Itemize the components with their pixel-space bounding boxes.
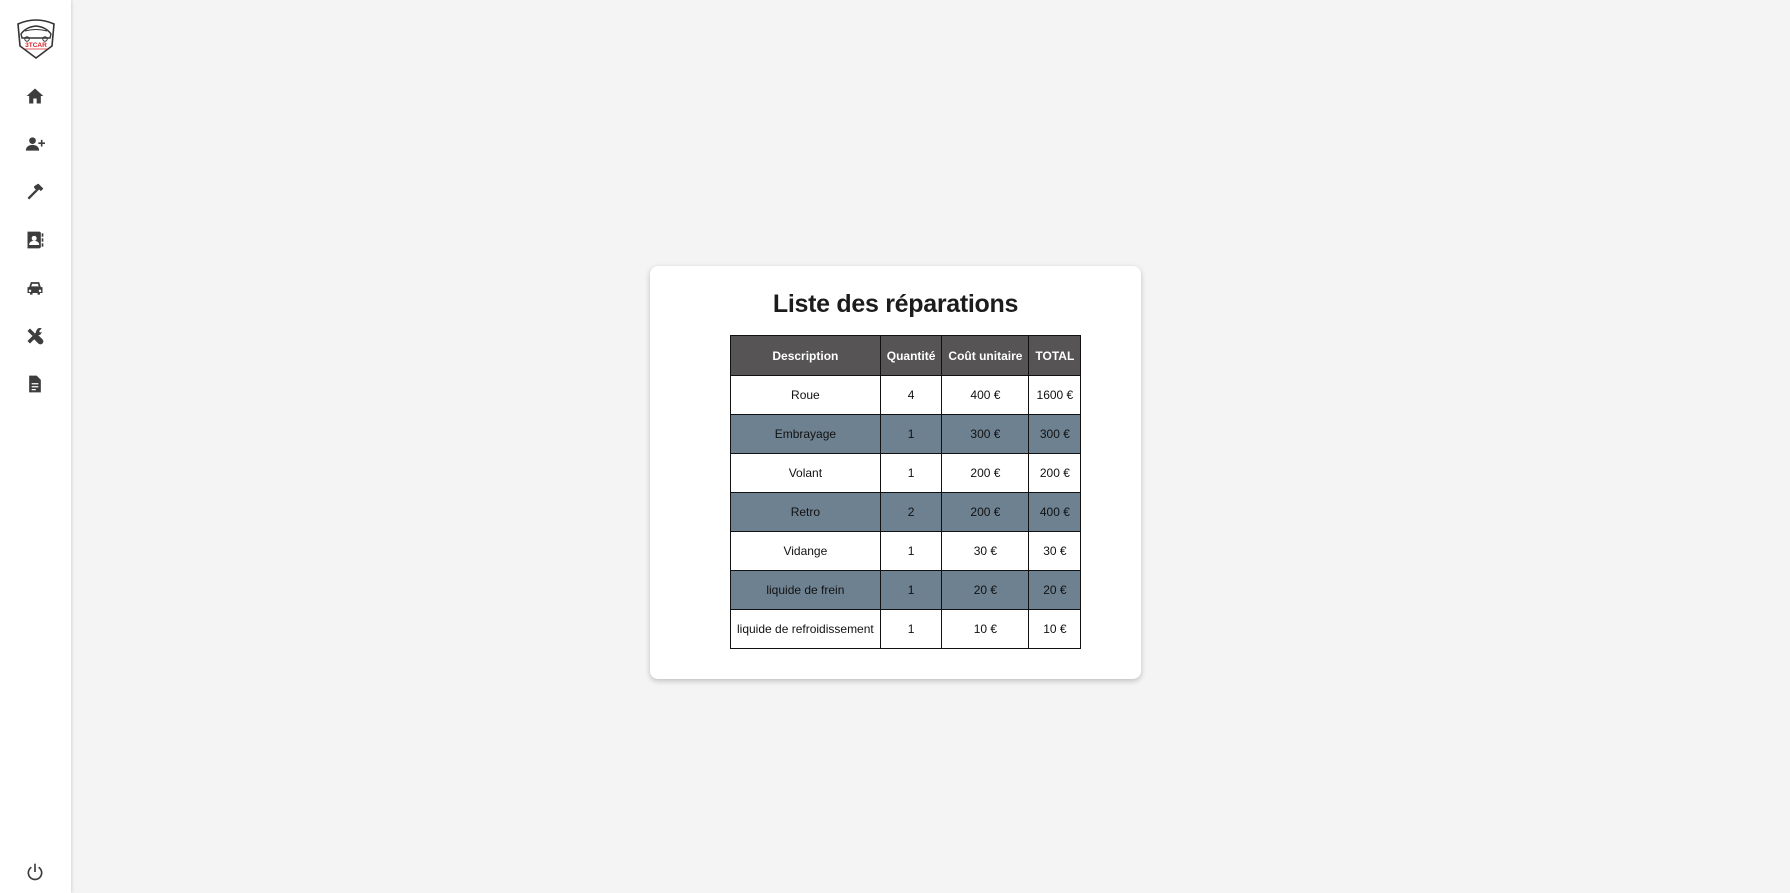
cell-total: 300 € (1028, 414, 1082, 454)
cell-total: 400 € (1028, 492, 1082, 532)
add-user-icon (25, 137, 45, 151)
cell-unit-cost: 200 € (941, 453, 1030, 493)
table-row: liquide de frein 1 20 €20 € (730, 570, 1082, 610)
cell-description: Roue (730, 375, 881, 415)
cell-quantity: 2 (879, 492, 943, 532)
table-row: Roue 4 400 €1600 € (730, 375, 1082, 415)
sidebar-item-add-client[interactable] (20, 129, 50, 159)
contacts-icon (27, 231, 44, 249)
document-icon (29, 375, 41, 393)
cell-total: 20 € (1028, 570, 1082, 610)
sidebar-item-repairs[interactable] (20, 177, 50, 207)
sidebar-item-invoices[interactable] (20, 369, 50, 399)
sidebar-item-tools[interactable] (20, 321, 50, 351)
logo-text: 3TCAR (25, 42, 47, 49)
header-unit-cost: Coût unitaire (941, 335, 1030, 376)
power-icon (27, 863, 43, 881)
table-row: Embrayage 1 300 €300 € (730, 414, 1082, 454)
table-row: Volant 1 200 €200 € (730, 453, 1082, 493)
main-content: Liste des réparations Description Quanti… (71, 0, 1790, 893)
cell-quantity: 1 (879, 531, 943, 571)
cell-quantity: 1 (879, 453, 943, 493)
cell-unit-cost: 20 € (941, 570, 1030, 610)
cell-description: Retro (730, 492, 881, 532)
cell-unit-cost: 10 € (941, 609, 1030, 649)
cell-unit-cost: 400 € (941, 375, 1030, 415)
sidebar-item-home[interactable] (20, 81, 50, 111)
repairs-card: Liste des réparations Description Quanti… (650, 266, 1141, 679)
cell-quantity: 1 (879, 414, 943, 454)
cell-unit-cost: 30 € (941, 531, 1030, 571)
cell-total: 10 € (1028, 609, 1082, 649)
cell-total: 200 € (1028, 453, 1082, 493)
header-total: TOTAL (1028, 335, 1082, 376)
table-row: Retro 2 200 €400 € (730, 492, 1082, 532)
home-icon (26, 88, 44, 104)
cell-description: Vidange (730, 531, 881, 571)
sidebar: 3TCAR (0, 0, 71, 893)
car-icon (27, 282, 43, 295)
cell-description: Embrayage (730, 414, 881, 454)
cell-description: liquide de frein (730, 570, 881, 610)
cell-unit-cost: 200 € (941, 492, 1030, 532)
car-shield-logo-icon: 3TCAR (17, 19, 55, 59)
cell-total: 30 € (1028, 531, 1082, 571)
logo[interactable]: 3TCAR (12, 14, 60, 62)
table-header-row: Description Quantité Coût unitaire TOTAL (730, 335, 1082, 376)
cell-quantity: 1 (879, 609, 943, 649)
tools-icon (27, 327, 44, 345)
table-row: Vidange 1 30 €30 € (730, 531, 1082, 571)
logout-button[interactable] (20, 857, 50, 887)
hammer-icon (27, 183, 44, 200)
card-title: Liste des réparations (772, 290, 1019, 318)
table-row: liquide de refroidissement 1 10 €10 € (730, 609, 1082, 649)
cell-total: 1600 € (1028, 375, 1082, 415)
repairs-table: Description Quantité Coût unitaire TOTAL… (730, 335, 1082, 649)
sidebar-item-contacts[interactable] (20, 225, 50, 255)
cell-quantity: 4 (879, 375, 943, 415)
header-quantity: Quantité (879, 335, 943, 376)
cell-quantity: 1 (879, 570, 943, 610)
cell-unit-cost: 300 € (941, 414, 1030, 454)
header-description: Description (730, 335, 881, 376)
cell-description: Volant (730, 453, 881, 493)
cell-description: liquide de refroidissement (730, 609, 881, 649)
sidebar-item-vehicles[interactable] (20, 273, 50, 303)
